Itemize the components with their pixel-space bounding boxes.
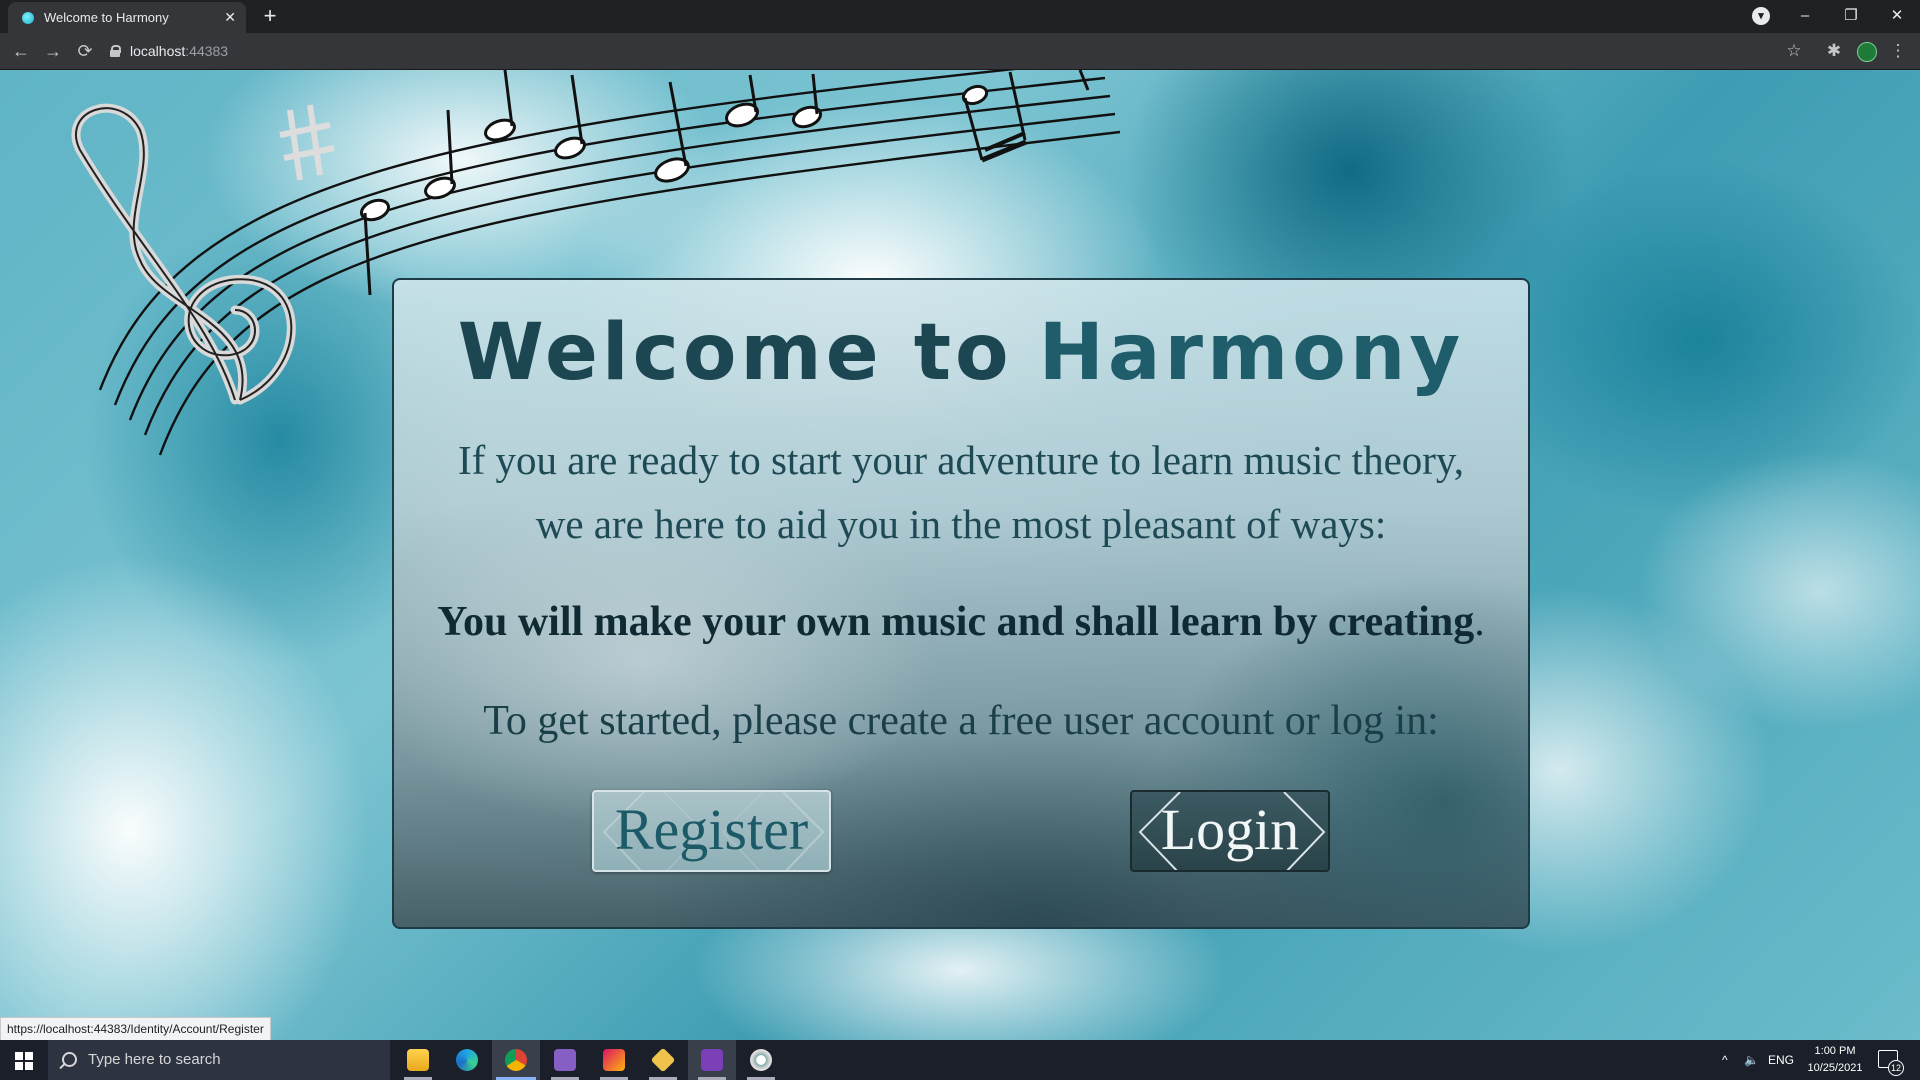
search-icon (62, 1052, 77, 1067)
clock-time: 1:00 PM (1814, 1045, 1856, 1057)
lock-icon (110, 45, 121, 57)
register-button[interactable]: Register (592, 790, 831, 872)
new-tab-button[interactable]: + (258, 4, 282, 28)
treble-clef-outline (75, 107, 293, 401)
tab-close-icon[interactable]: ✕ (224, 9, 236, 26)
intro-text: If you are ready to start your adventure… (414, 428, 1508, 556)
visual-studio-icon[interactable] (541, 1040, 589, 1080)
tagline-period: . (1474, 599, 1485, 645)
page-viewport: Welcome to Harmony If you are ready to st… (0, 70, 1920, 1040)
visual-studio-preview-icon[interactable] (688, 1040, 736, 1080)
taskbar-search-box[interactable]: Type here to search (48, 1040, 390, 1080)
page-title: Welcome to Harmony (394, 308, 1528, 398)
window-close-button[interactable]: ✕ (1874, 0, 1920, 33)
welcome-card: Welcome to Harmony If you are ready to st… (392, 278, 1530, 929)
language-indicator[interactable]: ENG (1768, 1040, 1794, 1080)
file-explorer-icon[interactable] (394, 1040, 442, 1080)
status-url-tooltip: https://localhost:44383/Identity/Account… (0, 1017, 271, 1041)
taskbar-clock[interactable]: 1:00 PM 10/25/2021 (1800, 1043, 1870, 1077)
notification-count-badge: 12 (1888, 1060, 1904, 1076)
tab-title: Welcome to Harmony (44, 10, 169, 25)
search-placeholder: Type here to search (88, 1051, 221, 1068)
tray-chevron-icon[interactable]: ^ (1722, 1040, 1728, 1080)
tagline-text: You will make your own music and shall l… (437, 599, 1475, 645)
address-host: localhost (130, 43, 186, 59)
minimize-button[interactable]: – (1782, 0, 1828, 33)
intro-line-2: we are here to aid you in the most pleas… (535, 501, 1387, 547)
extensions-icon[interactable]: ✱ (1822, 39, 1846, 63)
jetbrains-rider-icon[interactable] (590, 1040, 638, 1080)
login-button-label: Login (1160, 797, 1300, 862)
call-to-action: To get started, please create a free use… (483, 698, 1439, 744)
start-button[interactable] (0, 1040, 46, 1080)
intro-line-1: If you are ready to start your adventure… (457, 437, 1465, 483)
reload-button[interactable]: ⟳ (72, 38, 98, 64)
browser-tab[interactable]: Welcome to Harmony ✕ (8, 2, 246, 33)
restore-button[interactable]: ❐ (1828, 0, 1874, 33)
back-button[interactable]: ← (8, 38, 34, 64)
paint-icon[interactable] (737, 1040, 785, 1080)
address-port: :44383 (185, 43, 229, 59)
windows-logo-icon (15, 1052, 23, 1060)
windows-taskbar: Type here to search ^ 🔈 ENG 1:00 PM 10/2… (0, 1040, 1920, 1080)
profile-avatar[interactable] (1857, 42, 1877, 62)
brand-name: Harmony (1038, 308, 1465, 398)
browser-toolbar: ← → ⟳ localhost:44383 ☆ ✱ ⋮ (0, 33, 1920, 70)
title-prefix: Welcome to (457, 308, 1013, 398)
forward-button[interactable]: → (40, 38, 66, 64)
treble-clef-icon (71, 103, 296, 405)
browser-tab-bar: Welcome to Harmony ✕ + ▾ – ❐ ✕ (0, 0, 1920, 33)
bookmark-star-icon[interactable]: ☆ (1782, 39, 1806, 63)
register-button-label: Register (614, 797, 809, 862)
sharp-sign-icon (279, 104, 335, 181)
git-client-icon[interactable] (639, 1040, 687, 1080)
browser-menu-icon[interactable]: ⋮ (1886, 39, 1910, 63)
tagline: You will make your own music and shall l… (414, 598, 1508, 646)
chrome-icon[interactable] (492, 1040, 540, 1080)
harmony-favicon-icon (22, 11, 34, 24)
clock-date: 10/25/2021 (1807, 1062, 1863, 1074)
login-button[interactable]: Login (1130, 790, 1330, 872)
address-bar[interactable]: localhost:44383 (110, 41, 228, 61)
volume-icon[interactable]: 🔈 (1744, 1040, 1759, 1080)
edge-icon[interactable] (443, 1040, 491, 1080)
download-icon[interactable]: ▾ (1752, 7, 1770, 25)
